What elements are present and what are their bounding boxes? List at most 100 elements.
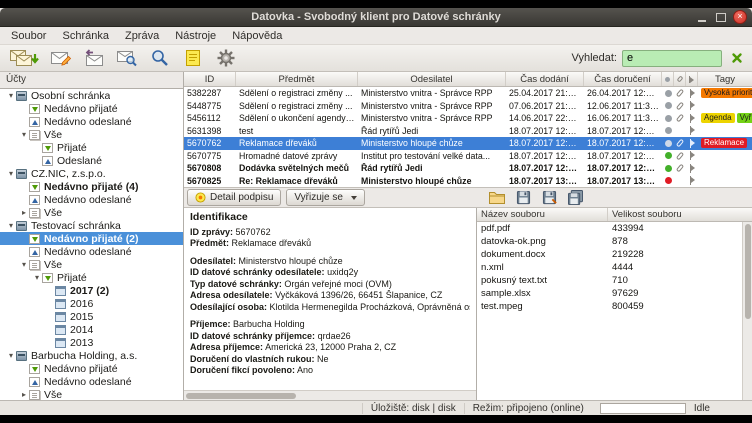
expander-icon[interactable] [6, 89, 16, 102]
year-item[interactable]: 2013 [0, 336, 183, 349]
clipboard-icon [183, 49, 203, 67]
read-status-icon [665, 152, 672, 159]
search-input[interactable] [622, 50, 722, 67]
column-file-name[interactable]: Název souboru [477, 208, 608, 221]
expander-icon[interactable] [6, 167, 16, 180]
expander-icon[interactable] [19, 206, 29, 219]
folder-item-selected[interactable]: Nedávno přijaté (2) [0, 232, 183, 245]
state-icon [689, 126, 696, 135]
expander-icon[interactable] [32, 271, 42, 284]
expander-icon[interactable] [6, 219, 16, 232]
file-size: 97629 [608, 288, 752, 299]
folder-item[interactable]: Odeslané [0, 154, 183, 167]
vertical-scrollbar[interactable] [742, 222, 752, 400]
save-attachment-as-icon [542, 190, 557, 205]
message-row-selected[interactable]: 5670762 Reklamace dřeváků Ministerstvo h… [184, 137, 752, 150]
menu-nastroje[interactable]: Nástroje [167, 29, 224, 43]
menu-zprava[interactable]: Zpráva [117, 29, 167, 43]
download-messages-button[interactable] [5, 47, 43, 70]
settings-button[interactable] [211, 47, 241, 70]
folder-item[interactable]: Nedávno přijaté [0, 102, 183, 115]
scrollbar-thumb[interactable] [186, 393, 296, 399]
column-id[interactable]: ID [184, 72, 236, 86]
attachment-row[interactable]: n.xml4444 [477, 261, 752, 274]
folder-item[interactable]: Nedávno přijaté [0, 362, 183, 375]
folder-item[interactable]: Přijaté [0, 141, 183, 154]
attachment-row[interactable]: pdf.pdf433994 [477, 222, 752, 235]
process-state-dropdown[interactable]: Vyřizuje se [286, 189, 365, 206]
message-row[interactable]: 5670825 Re: Reklamace dřeváků Ministerst… [184, 175, 752, 188]
menu-napoveda[interactable]: Nápověda [224, 29, 290, 43]
column-tags[interactable]: Tagy [698, 72, 752, 86]
attachment-row[interactable]: pokusný text.txt710 [477, 274, 752, 287]
detail-field: Adresa příjemce: Americká 23, 12000 Prah… [190, 342, 470, 354]
year-item[interactable]: 2014 [0, 323, 183, 336]
message-id-cell: 5382287 [184, 88, 236, 98]
expander-icon[interactable] [6, 349, 16, 362]
message-row[interactable]: 5670808 Dodávka světelných mečů Řád rytí… [184, 162, 752, 175]
column-state[interactable] [686, 72, 698, 86]
account-item[interactable]: Osobní schránka [0, 89, 183, 102]
menu-soubor[interactable]: Soubor [3, 29, 54, 43]
menu-schranka[interactable]: Schránka [54, 29, 116, 43]
reply-button[interactable] [79, 47, 109, 70]
gear-icon [216, 48, 236, 68]
open-attachment-button[interactable] [486, 189, 508, 207]
year-item[interactable]: 2017 (2) [0, 284, 183, 297]
folder-item[interactable]: Vše [0, 128, 183, 141]
message-row[interactable]: 5448775 Sdělení o registraci změny ... M… [184, 100, 752, 113]
column-sender[interactable]: Odesilatel [358, 72, 506, 86]
folder-item[interactable]: Vše [0, 206, 183, 219]
column-attachment[interactable] [674, 72, 686, 86]
folder-item[interactable]: Nedávno odeslané [0, 375, 183, 388]
attachment-row[interactable]: dokument.docx219228 [477, 248, 752, 261]
accounts-panel-title: Účty [0, 72, 183, 88]
close-button[interactable] [733, 10, 747, 24]
column-acceptance-time[interactable]: Čas doručení [584, 72, 662, 86]
attachment-row[interactable]: sample.xlsx97629 [477, 287, 752, 300]
save-attachment-button[interactable] [512, 189, 534, 207]
message-row[interactable]: 5456112 Sdělení o ukončení agendy ... Mi… [184, 112, 752, 125]
account-item[interactable]: CZ.NIC, z.s.p.o. [0, 167, 183, 180]
titlebar[interactable]: Datovka - Svobodný klient pro Datové sch… [0, 8, 752, 27]
file-name: datovka-ok.png [477, 236, 608, 247]
column-read-status[interactable] [662, 72, 674, 86]
detail-field: ID datové schránky příjemce: qrdae26 [190, 331, 470, 343]
folder-item[interactable]: Vše [0, 388, 183, 400]
detail-field: Doručení fikcí povoleno: Ano [190, 365, 470, 377]
maximize-button[interactable] [714, 10, 728, 24]
save-all-attachments-button[interactable] [564, 189, 586, 207]
horizontal-scrollbar[interactable] [184, 390, 476, 400]
attachment-row[interactable]: datovka-ok.png878 [477, 235, 752, 248]
account-item[interactable]: Testovací schránka [0, 219, 183, 232]
message-row[interactable]: 5670775 Hromadné datové zprávy Institut … [184, 150, 752, 163]
clipboard-button[interactable] [178, 47, 208, 70]
expander-icon[interactable] [19, 128, 29, 141]
year-item[interactable]: 2016 [0, 297, 183, 310]
folder-item[interactable]: Nedávno odeslané [0, 193, 183, 206]
column-subject[interactable]: Předmět [236, 72, 358, 86]
create-message-button[interactable] [46, 47, 76, 70]
save-attachment-as-button[interactable] [538, 189, 560, 207]
expander-icon[interactable] [19, 388, 29, 400]
expander-icon[interactable] [19, 258, 29, 271]
scrollbar-thumb[interactable] [745, 224, 751, 319]
minimize-button[interactable] [695, 10, 709, 24]
verify-message-button[interactable] [112, 47, 142, 70]
folder-item[interactable]: Vše [0, 258, 183, 271]
column-delivery-time[interactable]: Čas dodání [506, 72, 584, 86]
folder-item[interactable]: Nedávno přijaté (4) [0, 180, 183, 193]
folder-item[interactable]: Nedávno odeslané [0, 115, 183, 128]
message-row[interactable]: 5382287 Sdělení o registraci změny ... M… [184, 87, 752, 100]
message-row[interactable]: 5631398 test Řád rytířů Jedi 18.07.2017 … [184, 125, 752, 138]
delivery-time-cell: 14.06.2017 22:01:28 [506, 113, 584, 123]
clear-search-button[interactable] [727, 48, 747, 68]
year-item[interactable]: 2015 [0, 310, 183, 323]
column-file-size[interactable]: Velikost souboru [608, 208, 752, 221]
folder-item[interactable]: Přijaté [0, 271, 183, 284]
signature-detail-button[interactable]: Detail podpisu [187, 189, 281, 206]
attachment-row[interactable]: test.mpeg800459 [477, 300, 752, 313]
search-message-button[interactable] [145, 47, 175, 70]
folder-item[interactable]: Nedávno odeslané [0, 245, 183, 258]
account-item[interactable]: Barbucha Holding, a.s. [0, 349, 183, 362]
